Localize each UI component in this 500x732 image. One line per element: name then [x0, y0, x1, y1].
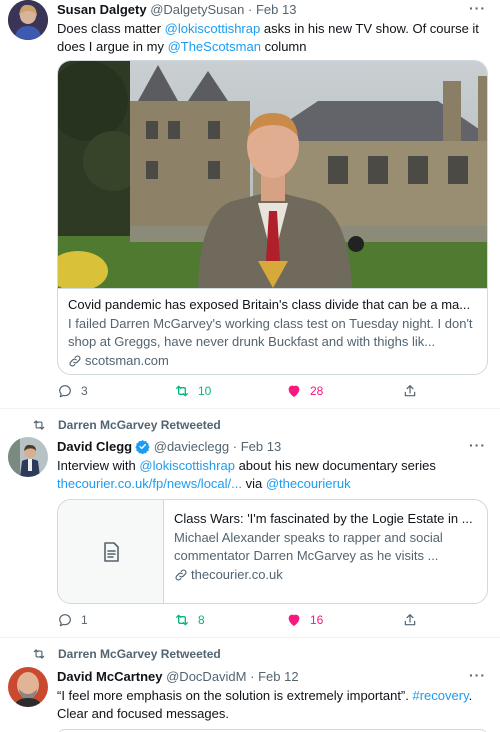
- text-segment: Interview with: [57, 458, 140, 473]
- tweet-header: Susan Dalgety @DalgetySusan · Feb 13: [57, 2, 296, 17]
- retweet-button[interactable]: 8: [174, 612, 205, 628]
- retweet-button[interactable]: 10: [174, 383, 211, 399]
- retweeted-by-label[interactable]: Darren McGarvey Retweeted: [58, 647, 221, 661]
- text-segment: via: [241, 476, 266, 491]
- tweet-header: David Clegg @davieclegg · Feb 13: [57, 439, 281, 454]
- more-options-icon[interactable]: ···: [469, 0, 486, 16]
- share-button[interactable]: [402, 383, 418, 399]
- text-segment: about his new documentary series: [234, 458, 436, 473]
- timestamp[interactable]: Feb 12: [258, 669, 298, 684]
- avatar[interactable]: [8, 437, 48, 477]
- avatar[interactable]: [8, 667, 48, 707]
- document-icon: [103, 541, 119, 562]
- share-icon: [404, 614, 416, 626]
- share-icon: [404, 385, 416, 397]
- tweet-text: Does class matter @lokiscottishrap asks …: [57, 20, 484, 56]
- separator: ·: [247, 2, 253, 17]
- separator: ·: [250, 669, 255, 684]
- card-thumbnail: [58, 500, 164, 603]
- more-options-icon[interactable]: ···: [469, 667, 486, 683]
- tweet-text: “I feel more emphasis on the solution is…: [57, 687, 484, 723]
- handle[interactable]: @DocDavidM: [166, 669, 246, 684]
- reply-button[interactable]: 3: [57, 383, 88, 399]
- mention-link[interactable]: @lokiscottishrap: [165, 21, 261, 36]
- card-image[interactable]: [58, 61, 487, 288]
- card-title[interactable]: Class Wars: 'I'm fascinated by the Logie…: [174, 511, 477, 526]
- like-button[interactable]: 28: [286, 383, 323, 399]
- verified-badge-icon: [135, 439, 150, 454]
- handle[interactable]: @davieclegg: [154, 439, 229, 454]
- display-name[interactable]: David McCartney: [57, 669, 162, 684]
- display-name[interactable]: David Clegg: [57, 439, 132, 454]
- text-segment: column: [260, 39, 307, 54]
- like-button[interactable]: 16: [286, 612, 323, 628]
- card-description: I failed Darren McGarvey's working class…: [68, 316, 473, 349]
- tweet-susan-dalgety[interactable]: Susan Dalgety @DalgetySusan · Feb 13 ···…: [0, 0, 500, 408]
- retweet-icon: [33, 649, 45, 659]
- card-divider: [58, 288, 487, 289]
- tweet-david-clegg[interactable]: Darren McGarvey Retweeted David Clegg @d…: [0, 409, 500, 637]
- card-domain-text: scotsman.com: [85, 353, 169, 368]
- text-segment: .: [468, 688, 473, 703]
- hashtag-link[interactable]: #recovery: [412, 688, 468, 703]
- timestamp[interactable]: Feb 13: [256, 2, 296, 17]
- like-count: 16: [310, 613, 324, 627]
- more-options-icon[interactable]: ···: [469, 437, 486, 453]
- link-card[interactable]: Covid pandemic has exposed Britain's cla…: [57, 60, 488, 375]
- retweet-context: Darren McGarvey Retweeted: [32, 647, 221, 661]
- mention-link[interactable]: @TheScotsman: [168, 39, 261, 54]
- tweet-actions: 1 8 16: [57, 612, 417, 632]
- reply-button[interactable]: 1: [57, 612, 88, 628]
- text-segment: Clear and focused messages.: [57, 706, 229, 721]
- retweet-count: 10: [198, 384, 212, 398]
- avatar[interactable]: [8, 0, 48, 40]
- link-card[interactable]: Class Wars: 'I'm fascinated by the Logie…: [57, 499, 488, 604]
- separator: ·: [232, 439, 238, 454]
- reply-icon: [59, 614, 71, 627]
- timestamp[interactable]: Feb 13: [241, 439, 281, 454]
- retweet-icon: [176, 614, 188, 626]
- retweet-count: 8: [198, 613, 205, 627]
- card-description: Michael Alexander speaks to rapper and s…: [174, 530, 443, 563]
- tweet-text: Interview with @lokiscottishrap about hi…: [57, 457, 484, 493]
- handle[interactable]: @DalgetySusan: [150, 2, 244, 17]
- retweeted-by-label[interactable]: Darren McGarvey Retweeted: [58, 418, 221, 432]
- heart-icon: [288, 385, 300, 397]
- card-domain: scotsman.com: [68, 353, 477, 368]
- mention-link[interactable]: @thecourieruk: [266, 476, 351, 491]
- card-domain-text: thecourier.co.uk: [191, 567, 283, 582]
- retweet-icon: [176, 385, 188, 397]
- reply-count: 3: [81, 384, 88, 398]
- retweet-context: Darren McGarvey Retweeted: [32, 418, 221, 432]
- link-icon: [69, 355, 81, 366]
- share-button[interactable]: [402, 612, 418, 628]
- tweet-actions: 3 10 28: [57, 383, 417, 403]
- retweet-icon: [33, 420, 45, 430]
- reply-icon: [59, 385, 71, 398]
- mention-link[interactable]: @lokiscottishrap: [139, 458, 235, 473]
- display-name[interactable]: Susan Dalgety: [57, 2, 147, 17]
- link-icon: [175, 569, 187, 580]
- tweet-david-mccartney[interactable]: Darren McGarvey Retweeted David McCartne…: [0, 638, 500, 732]
- reply-count: 1: [81, 613, 88, 627]
- card-domain: thecourier.co.uk: [174, 567, 477, 582]
- heart-icon: [288, 614, 300, 626]
- text-segment: “I feel more emphasis on the solution is…: [57, 688, 413, 703]
- text-segment: Does class matter: [57, 21, 165, 36]
- tweet-header: David McCartney @DocDavidM · Feb 12: [57, 669, 299, 684]
- like-count: 28: [310, 384, 324, 398]
- card-title[interactable]: Covid pandemic has exposed Britain's cla…: [68, 297, 477, 312]
- url-link[interactable]: thecourier.co.uk/fp/news/local/...: [57, 476, 242, 491]
